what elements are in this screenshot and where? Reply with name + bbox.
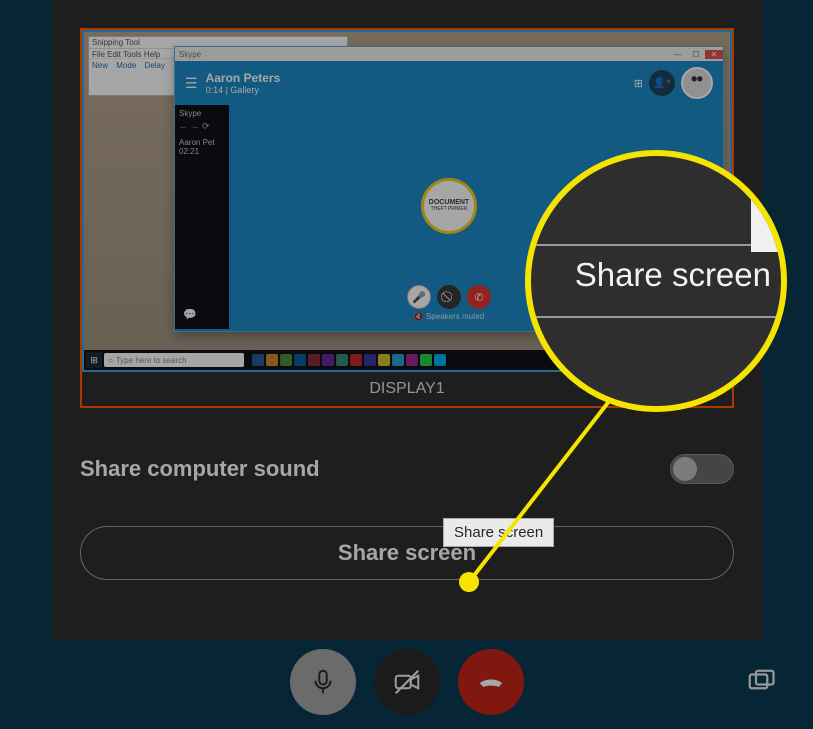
preview-hangup-icon: ✆ (467, 285, 491, 309)
maximize-icon: ☐ (687, 50, 705, 59)
hang-up-button[interactable] (458, 649, 524, 715)
add-participant-icon: 👤⁺ (649, 70, 675, 96)
nav-arrows-icon: ← → ⟳ (179, 121, 225, 132)
taskbar-icon (420, 354, 432, 366)
taskbar-icon (406, 354, 418, 366)
preview-mic-icon: 🎤 (407, 285, 431, 309)
annotation-zoom-callout: Share screen (525, 150, 787, 412)
taskbar-search-placeholder: Type here to search (116, 356, 187, 365)
taskbar-icon (252, 354, 264, 366)
share-screen-button[interactable]: Share screen (80, 526, 734, 580)
taskbar-skype-icon (434, 354, 446, 366)
preview-camera-off-icon: ⃠ (437, 285, 461, 309)
microphone-icon (308, 667, 338, 697)
cortana-icon: ○ (108, 356, 113, 365)
taskbar-icon (294, 354, 306, 366)
skype-call-header: ☰ Aaron Peters 0:14 | Gallery ⊞ 👤⁺ (175, 61, 723, 105)
center-badge-line2: THEFT PRIMER (431, 206, 468, 212)
sidebar-title: Skype (179, 109, 225, 118)
share-screen-tooltip: Share screen (443, 518, 554, 547)
taskbar-icon (266, 354, 278, 366)
sidebar-contact-time: 02:21 (179, 147, 225, 156)
taskbar-search: ○ Type here to search (104, 353, 244, 367)
share-sound-toggle[interactable] (670, 454, 734, 484)
share-sound-label: Share computer sound (80, 456, 320, 482)
taskbar-icon (364, 354, 376, 366)
hamburger-icon: ☰ (185, 75, 198, 92)
camera-off-icon (392, 667, 422, 697)
snipping-delay: Delay (145, 61, 165, 70)
skype-titlebar: Skype — ☐ ✕ (175, 47, 723, 61)
taskbar-icon (280, 354, 292, 366)
snipping-new: New (92, 61, 108, 70)
grid-icon: ⊞ (634, 77, 643, 90)
taskbar-icon (378, 354, 390, 366)
speakers-muted-label: 🔇 Speakers muted (414, 312, 484, 321)
microphone-button[interactable] (290, 649, 356, 715)
chat-icon: 💬 (183, 308, 197, 321)
camera-button[interactable] (374, 649, 440, 715)
windows-start-icon: ⊞ (86, 352, 102, 368)
sidebar-contact-name: Aaron Pet (179, 138, 225, 147)
annotation-zoom-text: Share screen (531, 256, 781, 294)
avatar (681, 67, 713, 99)
taskbar-icon (308, 354, 320, 366)
snipping-mode: Mode (116, 61, 136, 70)
minimize-icon: — (669, 50, 687, 59)
taskbar-icon (322, 354, 334, 366)
taskbar-icon (392, 354, 404, 366)
hang-up-icon (476, 667, 506, 697)
share-screen-icon-button[interactable] (739, 660, 783, 704)
center-badge-line1: DOCUMENT (429, 199, 469, 206)
skype-contact-name: Aaron Peters (206, 71, 281, 85)
toggle-knob (673, 457, 697, 481)
taskbar-icon (336, 354, 348, 366)
share-screen-icon (746, 667, 776, 697)
close-icon: ✕ (705, 50, 723, 59)
call-controls-bar (0, 640, 813, 724)
taskbar-icon (350, 354, 362, 366)
skype-call-subtitle: 0:14 | Gallery (206, 85, 281, 95)
skype-center-avatar: DOCUMENT THEFT PRIMER (421, 178, 477, 234)
annotation-dot (459, 572, 479, 592)
skype-app-title: Skype (175, 50, 669, 59)
